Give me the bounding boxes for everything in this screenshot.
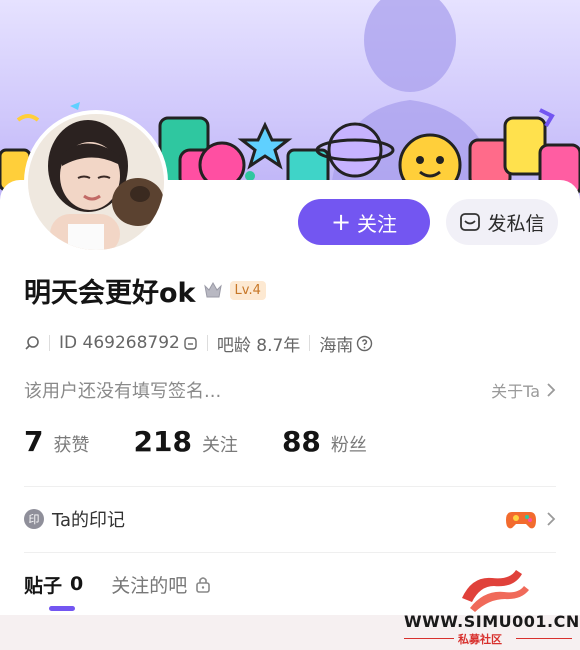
stat-followers[interactable]: 88 粉丝 <box>282 425 367 458</box>
watermark-line <box>404 638 454 639</box>
stat-value: 7 <box>24 425 44 458</box>
marks-right <box>506 508 556 530</box>
stat-label: 关注 <box>201 435 238 456</box>
bio-row: 该用户还没有填写签名... 关于Ta <box>24 377 556 403</box>
bar-age: 吧龄 8.7年 <box>216 335 301 356</box>
section-divider <box>24 552 556 553</box>
bio-text: 该用户还没有填写签名... <box>24 381 222 402</box>
active-tab-indicator <box>49 606 75 611</box>
divider <box>206 335 208 351</box>
avatar[interactable] <box>24 110 168 254</box>
location: 海南 <box>319 335 354 356</box>
stat-following[interactable]: 218 关注 <box>133 425 237 458</box>
stat-label: 粉丝 <box>330 435 367 456</box>
send-message-button[interactable]: 发私信 <box>446 199 558 245</box>
crown-icon <box>203 281 222 298</box>
about-label: 关于Ta <box>491 382 540 401</box>
game-controller-icon <box>506 512 536 529</box>
watermark: WWW.SIMU001.CN 私募社区 <box>400 568 580 650</box>
mark-icon: 印 <box>24 509 44 529</box>
lock-icon <box>196 577 211 593</box>
about-link[interactable]: 关于Ta <box>491 378 556 402</box>
tab-posts[interactable]: 贴子 0 <box>24 571 83 598</box>
profile-tabs: 贴子 0 关注的吧 <box>24 568 239 600</box>
marks-title: Ta的印记 <box>52 510 126 531</box>
section-divider <box>24 486 556 487</box>
tab-followed-bars[interactable]: 关注的吧 <box>111 571 211 598</box>
stat-value: 218 <box>133 425 192 458</box>
stat-label: 获赞 <box>53 435 90 456</box>
help-icon[interactable] <box>356 335 373 352</box>
copy-icon[interactable] <box>183 336 198 351</box>
user-id: ID 469268792 <box>59 333 180 353</box>
follow-button[interactable]: + 关注 <box>298 199 430 245</box>
username: 明天会更好ok <box>24 277 196 309</box>
watermark-subtitle: 私募社区 <box>458 633 502 646</box>
meta-row: ID 469268792 吧龄 8.7年 海南 <box>24 331 373 356</box>
avatar-photo <box>28 114 164 250</box>
stats-row: 7 获赞 218 关注 88 粉丝 <box>24 425 411 461</box>
tab-count: 0 <box>70 573 84 595</box>
follow-label: 关注 <box>357 211 398 236</box>
marks-row[interactable]: 印 Ta的印记 <box>24 504 556 534</box>
watermark-line <box>516 638 572 639</box>
name-row: 明天会更好ok Lv.4 <box>24 272 266 309</box>
chevron-right-icon <box>547 512 556 526</box>
stat-value: 88 <box>281 425 321 458</box>
message-icon <box>460 213 481 231</box>
divider <box>49 335 50 351</box>
tab-label: 关注的吧 <box>111 574 188 597</box>
watermark-logo <box>462 570 529 612</box>
plus-icon: + <box>330 208 352 236</box>
watermark-url: WWW.SIMU001.CN <box>404 612 580 631</box>
level-badge: Lv.4 <box>229 280 266 300</box>
tab-label: 贴子 <box>24 574 63 597</box>
marks-left: 印 Ta的印记 <box>24 506 125 532</box>
search-icon[interactable] <box>24 335 40 351</box>
message-label: 发私信 <box>487 212 545 235</box>
stat-likes[interactable]: 7 获赞 <box>24 425 89 458</box>
divider <box>309 335 311 351</box>
chevron-right-icon <box>547 383 556 397</box>
